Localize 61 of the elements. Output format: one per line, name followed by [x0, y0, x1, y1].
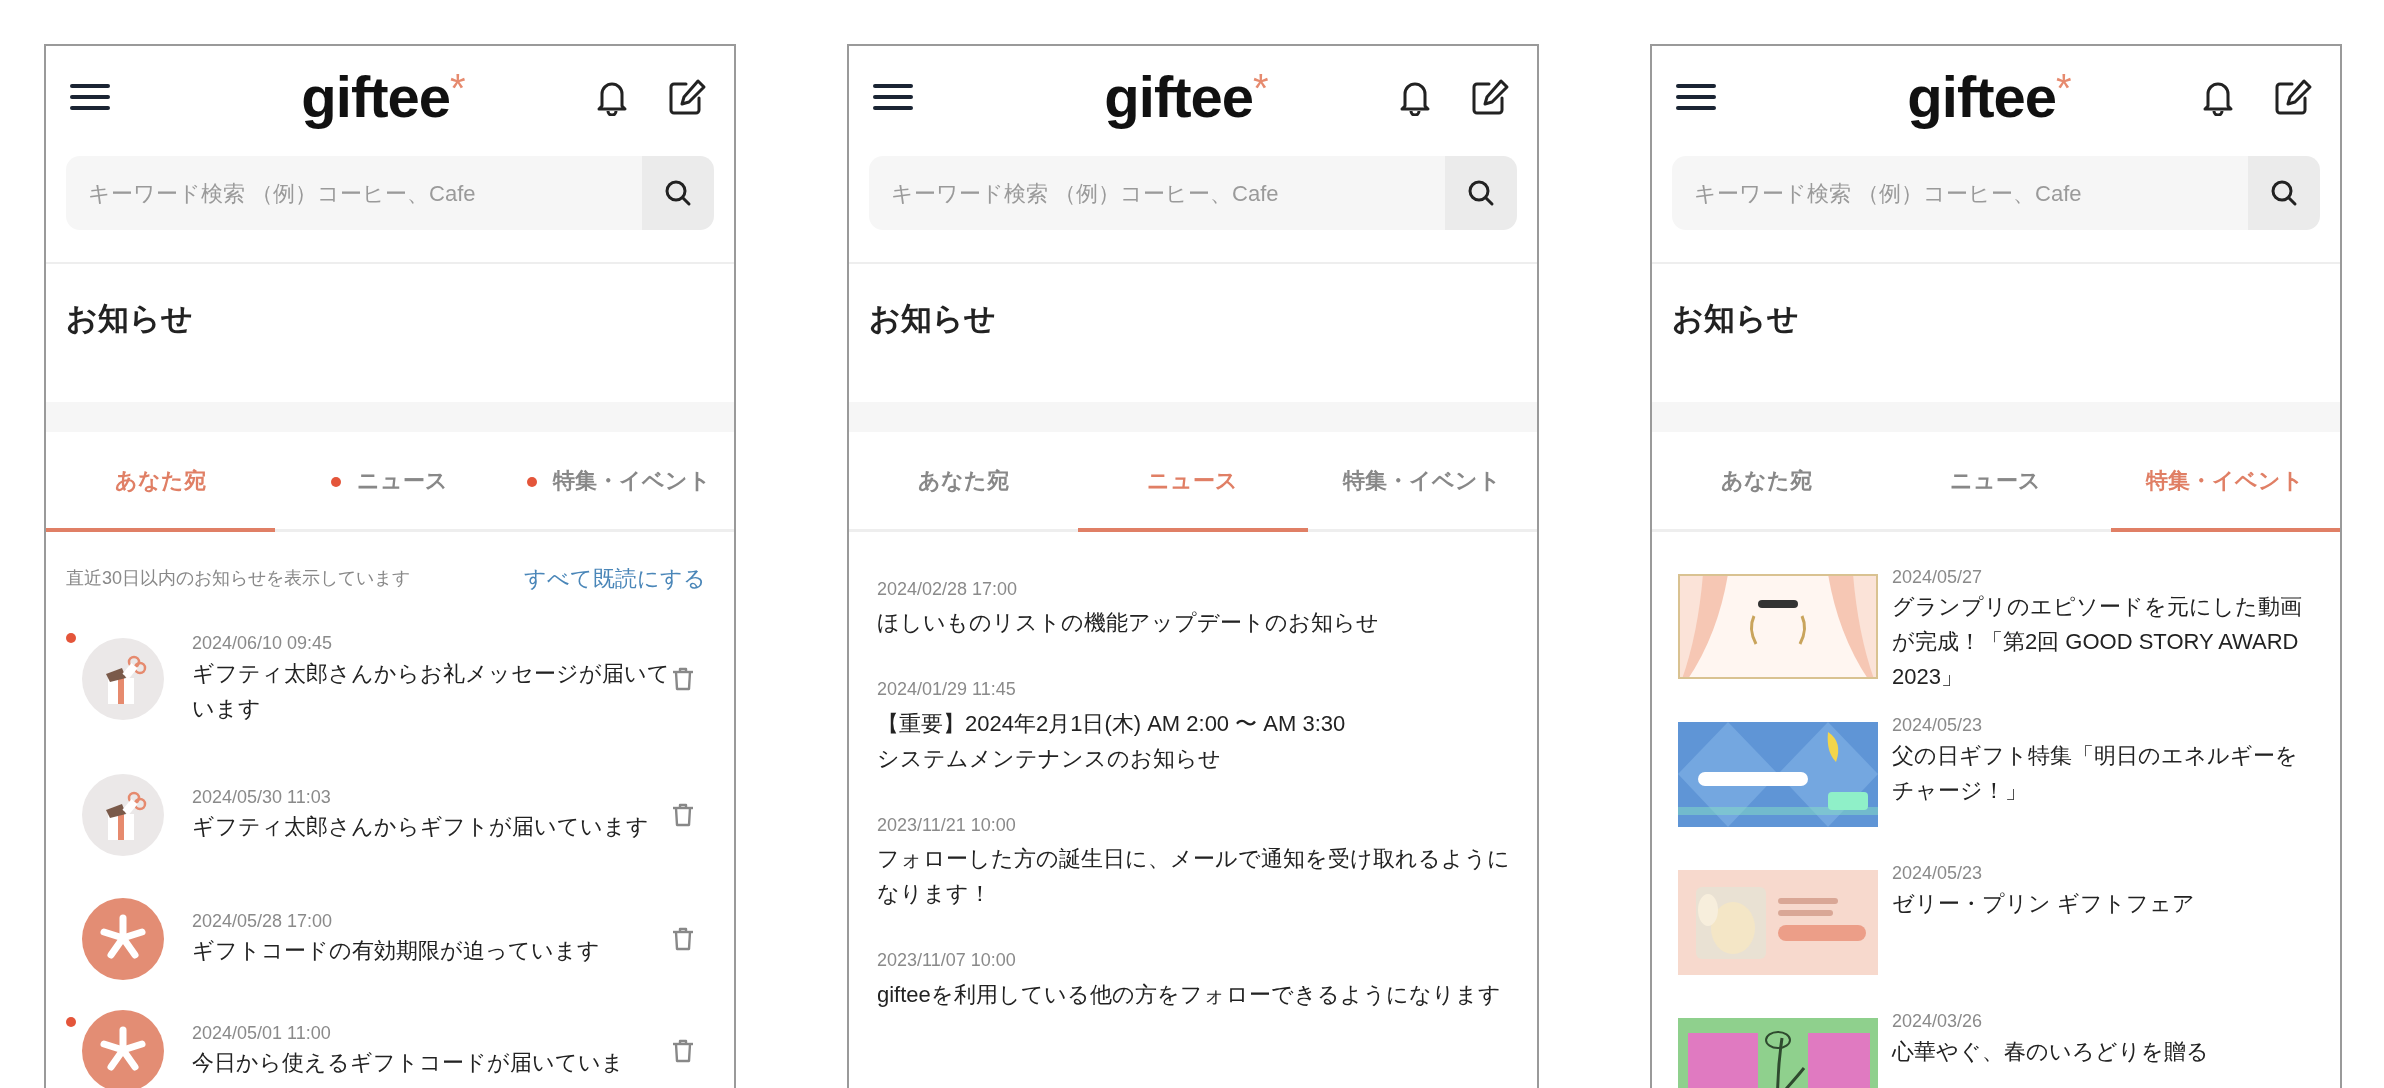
- feature-title[interactable]: グランプリのエピソードを元にした動画が完成！「第2回 GOOD STORY AWARD 2023」: [1892, 589, 2302, 695]
- search-field[interactable]: キーワード検索 （例）コーヒー、Cafe: [1672, 156, 2248, 230]
- date-text: 2024/03/26: [1892, 1010, 1984, 1034]
- gift-box-icon: [82, 638, 164, 720]
- delete-button[interactable]: [672, 1038, 694, 1064]
- date-text: 2024/05/23: [1892, 714, 1984, 738]
- edit-icon[interactable]: [668, 78, 708, 116]
- search-button[interactable]: [1445, 156, 1517, 230]
- search-button[interactable]: [642, 156, 714, 230]
- gift-box-icon: [82, 774, 164, 856]
- notification-title[interactable]: 今日から使えるギフトコードが届いていま: [192, 1045, 672, 1081]
- notice-text: 直近30日以内のお知らせを表示しています: [66, 567, 411, 590]
- date-text: 2024/01/29 11:45: [877, 678, 1017, 702]
- news-title[interactable]: 【重要】2024年2月1日(木) AM 2:00 〜 AM 3:30 システムメンテナンスのお知らせ: [877, 705, 1511, 776]
- date-text: 2023/11/21 10:00: [877, 813, 1017, 837]
- edit-icon[interactable]: [2274, 78, 2314, 116]
- news-title[interactable]: gifteeを利用している他の方をフォローできるようになります: [877, 976, 1511, 1012]
- asterisk-icon: [82, 898, 164, 980]
- date-text: 2024/06/10 09:45: [192, 632, 334, 656]
- notification-title[interactable]: ギフトコードの有効期限が迫っています: [192, 933, 672, 969]
- delete-button[interactable]: [672, 926, 694, 952]
- notification-title[interactable]: ギフティ太郎さんからギフトが届いています: [192, 809, 672, 845]
- tab[interactable]: あなた宛: [1652, 432, 1882, 532]
- tab[interactable]: 特集・イベント: [1307, 432, 1537, 532]
- trash-icon: [672, 927, 694, 952]
- feature-title[interactable]: 心華やぐ、春のいろどりを贈る: [1892, 1033, 2302, 1069]
- date-text: 2024/05/01 11:00: [192, 1021, 332, 1045]
- menu-icon[interactable]: [70, 82, 110, 112]
- tab[interactable]: 特集・イベント: [504, 432, 734, 532]
- trash-icon: [672, 1039, 694, 1064]
- page-title: お知らせ: [1672, 301, 1799, 336]
- search-field[interactable]: キーワード検索 （例）コーヒー、Cafe: [66, 156, 642, 230]
- menu-icon[interactable]: [1676, 82, 1716, 112]
- search-icon: [1467, 179, 1495, 207]
- date-text: 2024/02/28 17:00: [877, 578, 1019, 601]
- news-title[interactable]: ほしいものリストの機能アップデートのお知らせ: [877, 605, 1511, 641]
- date-text: 2024/05/30 11:03: [192, 785, 332, 809]
- menu-icon[interactable]: [873, 82, 913, 112]
- search-icon: [2270, 179, 2298, 207]
- delete-button[interactable]: [672, 666, 694, 692]
- edit-icon[interactable]: [1471, 78, 1511, 116]
- delete-button[interactable]: [672, 802, 694, 828]
- feature-title[interactable]: ゼリー・プリン ギフトフェア: [1892, 885, 2302, 921]
- trash-icon: [672, 803, 694, 828]
- date-text: 2024/05/28 17:00: [192, 909, 334, 933]
- date-text: 2024/05/23: [1892, 862, 1984, 886]
- mark-all-read-link[interactable]: すべて既読にする: [524, 562, 706, 595]
- search-field[interactable]: キーワード検索 （例）コーヒー、Cafe: [869, 156, 1445, 230]
- tab[interactable]: あなた宛: [849, 432, 1079, 532]
- feature-title[interactable]: 父の日ギフト特集「明日のエネルギーをチャージ！」: [1892, 737, 2302, 808]
- news-title[interactable]: フォローした方の誕生日に、メールで通知を受け取れるようになります！: [877, 841, 1511, 912]
- search-icon: [664, 179, 692, 207]
- tab[interactable]: ニュース: [275, 432, 505, 532]
- trash-icon: [672, 667, 694, 692]
- date-text: 2023/11/07 10:00: [877, 949, 1017, 973]
- notification-title[interactable]: ギフティ太郎さんからお礼メッセージが届いています: [192, 655, 672, 726]
- tab[interactable]: ニュース: [1881, 432, 2111, 532]
- page-title: お知らせ: [66, 301, 193, 336]
- search-button[interactable]: [2248, 156, 2320, 230]
- date-text: 2024/05/27: [1892, 566, 1984, 589]
- page-title: お知らせ: [869, 301, 996, 336]
